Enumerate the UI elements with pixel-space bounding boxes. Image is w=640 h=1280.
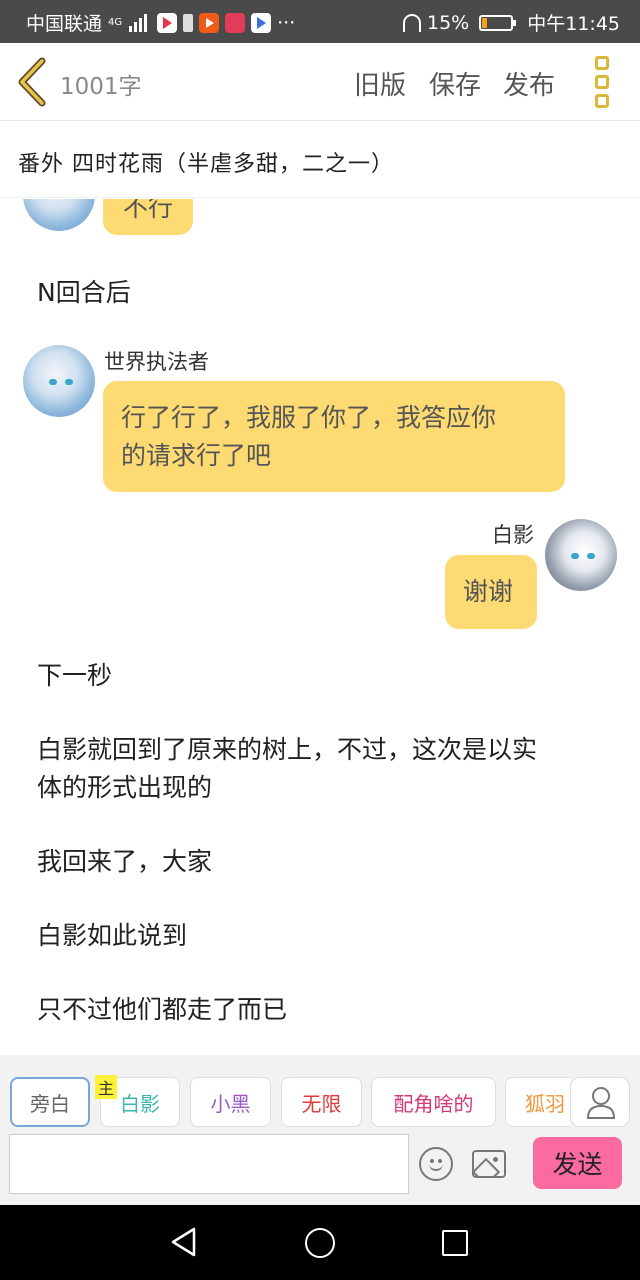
narration-text[interactable]: 我回来了，大家 xyxy=(37,843,212,881)
avatar-world-enforcer[interactable] xyxy=(23,345,95,417)
play-app-icon xyxy=(199,12,220,33)
send-button[interactable]: 发送 xyxy=(533,1137,622,1189)
chat-content[interactable]: 不行 N回合后 世界执法者 行了行了，我服了你了，我答应你 的请求行了吧 白影 … xyxy=(0,199,640,1054)
message-input[interactable] xyxy=(9,1134,409,1194)
speaker-name: 世界执法者 xyxy=(104,350,209,374)
video-player-icon xyxy=(251,12,272,33)
input-toolbar: 主 旁白 白影 小黑 无限 配角啥的 狐羽 发送 xyxy=(0,1055,640,1205)
chapter-title: 番外 四时花雨（半虐多甜，二之一） xyxy=(18,152,394,177)
more-menu-icon[interactable] xyxy=(595,56,613,108)
main-role-badge: 主 xyxy=(95,1075,117,1099)
speaker-name: 白影 xyxy=(492,523,534,547)
message-bubble[interactable]: 行了行了，我服了你了，我答应你 的请求行了吧 xyxy=(103,381,565,492)
message-bubble[interactable]: 不行 xyxy=(103,199,194,235)
status-bar: 中国联通 4G ··· 15% 中午11:45 xyxy=(0,0,640,43)
nav-back-icon[interactable] xyxy=(170,1227,198,1257)
clock: 中午11:45 xyxy=(527,13,620,35)
battery-saver-icon xyxy=(183,13,194,32)
old-version-button[interactable]: 旧版 xyxy=(354,65,406,102)
publish-button[interactable]: 发布 xyxy=(503,65,555,102)
back-arrow-icon[interactable] xyxy=(14,57,54,107)
carrier-label: 中国联通 xyxy=(26,13,103,35)
role-chip-xiaohei[interactable]: 小黑 xyxy=(190,1077,271,1127)
role-chip-supporting[interactable]: 配角啥的 xyxy=(371,1077,496,1127)
emoji-icon[interactable] xyxy=(419,1147,453,1181)
save-button[interactable]: 保存 xyxy=(429,65,481,102)
video-app-icon xyxy=(157,12,178,33)
word-count: 1001字 xyxy=(60,74,142,100)
system-nav-bar xyxy=(0,1205,640,1280)
narration-text[interactable]: 下一秒 xyxy=(37,657,112,695)
image-icon[interactable] xyxy=(472,1150,506,1178)
person-icon xyxy=(586,1087,616,1119)
avatar[interactable] xyxy=(23,199,95,231)
narration-text[interactable]: 只不过他们都走了而已 xyxy=(37,991,287,1029)
nav-home-icon[interactable] xyxy=(305,1228,335,1258)
role-manager-button[interactable] xyxy=(570,1077,630,1127)
media-app-icon xyxy=(225,12,246,33)
nav-recent-apps-icon[interactable] xyxy=(442,1230,468,1256)
role-chip-wuxian[interactable]: 无限 xyxy=(281,1077,362,1127)
message-bubble[interactable]: 谢谢 xyxy=(445,555,537,629)
battery-icon xyxy=(479,14,517,31)
narration-text[interactable]: 白影就回到了原来的树上，不过，这次是以实 体的形式出现的 xyxy=(37,731,537,807)
role-chip-huyu[interactable]: 狐羽 xyxy=(505,1077,570,1127)
headphone-icon xyxy=(403,13,421,32)
battery-percent: 15% xyxy=(427,11,470,34)
narration-text[interactable]: N回合后 xyxy=(37,274,131,312)
role-selector[interactable]: 主 旁白 白影 小黑 无限 配角啥的 狐羽 xyxy=(0,1075,570,1131)
signal-icon xyxy=(129,13,148,32)
network-type: 4G xyxy=(108,16,123,28)
chapter-title-bar[interactable]: 番外 四时花雨（半虐多甜，二之一） xyxy=(0,122,640,198)
avatar-baiying[interactable] xyxy=(545,519,617,591)
role-chip-narrator[interactable]: 旁白 xyxy=(10,1077,90,1127)
editor-header: 1001字 旧版 保存 发布 xyxy=(0,43,640,121)
narration-text[interactable]: 白影如此说到 xyxy=(37,917,187,955)
more-notifications-icon: ··· xyxy=(277,11,296,34)
